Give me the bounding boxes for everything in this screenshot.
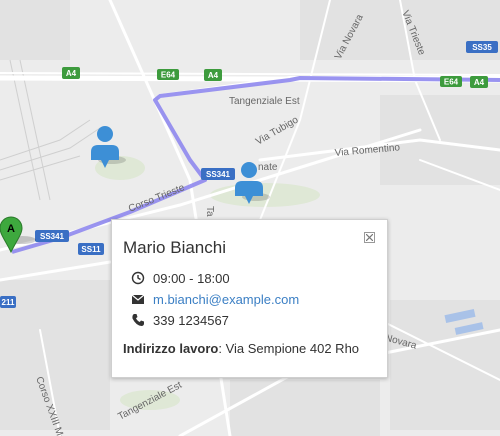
phone-row: 339 1234567 <box>131 311 229 329</box>
street-label: Ta <box>204 206 215 217</box>
street-label: nate <box>258 162 278 173</box>
svg-text:A4: A4 <box>66 69 77 78</box>
email-row: m.bianchi@example.com <box>131 290 299 308</box>
highway-shield: A4 <box>204 69 222 81</box>
highway-shield: A4 <box>470 76 488 88</box>
marker-label: A <box>7 223 15 235</box>
street-label: Tangenziale Est <box>229 96 300 107</box>
highway-shield: SS11 <box>78 243 104 255</box>
address-value: : Via Sempione 402 Rho <box>218 341 360 356</box>
svg-text:E64: E64 <box>444 78 459 87</box>
hours-row: 09:00 - 18:00 <box>131 269 230 287</box>
highway-shield: SS35 <box>466 41 498 53</box>
highway-shield: A4 <box>62 67 80 79</box>
highway-shield: E64 <box>157 69 179 80</box>
clock-icon <box>131 271 145 285</box>
info-popup: Mario Bianchi 09:00 - 18:00 m.bianchi@ex… <box>111 219 388 378</box>
phone-text: 339 1234567 <box>153 312 229 328</box>
svg-text:A4: A4 <box>474 78 485 87</box>
envelope-icon <box>131 292 145 306</box>
work-address: Indirizzo lavoro: Via Sempione 402 Rho <box>123 341 359 356</box>
svg-text:SS11: SS11 <box>81 245 101 254</box>
svg-text:A4: A4 <box>208 71 219 80</box>
highway-shield: SS341 <box>201 168 235 180</box>
svg-text:SS35: SS35 <box>472 43 492 52</box>
email-link[interactable]: m.bianchi@example.com <box>153 292 299 307</box>
svg-text:SS341: SS341 <box>40 232 65 241</box>
highway-shield: SS341 <box>35 230 69 242</box>
contact-name: Mario Bianchi <box>123 238 226 257</box>
address-label: Indirizzo lavoro <box>123 341 219 356</box>
close-icon[interactable] <box>364 232 375 243</box>
svg-text:SS341: SS341 <box>206 170 231 179</box>
svg-text:E64: E64 <box>161 71 176 80</box>
svg-text:211: 211 <box>2 298 15 307</box>
phone-icon <box>131 313 145 327</box>
highway-shield: E64 <box>440 76 462 87</box>
hours-text: 09:00 - 18:00 <box>153 270 230 286</box>
highway-shield: 211 <box>0 296 16 308</box>
